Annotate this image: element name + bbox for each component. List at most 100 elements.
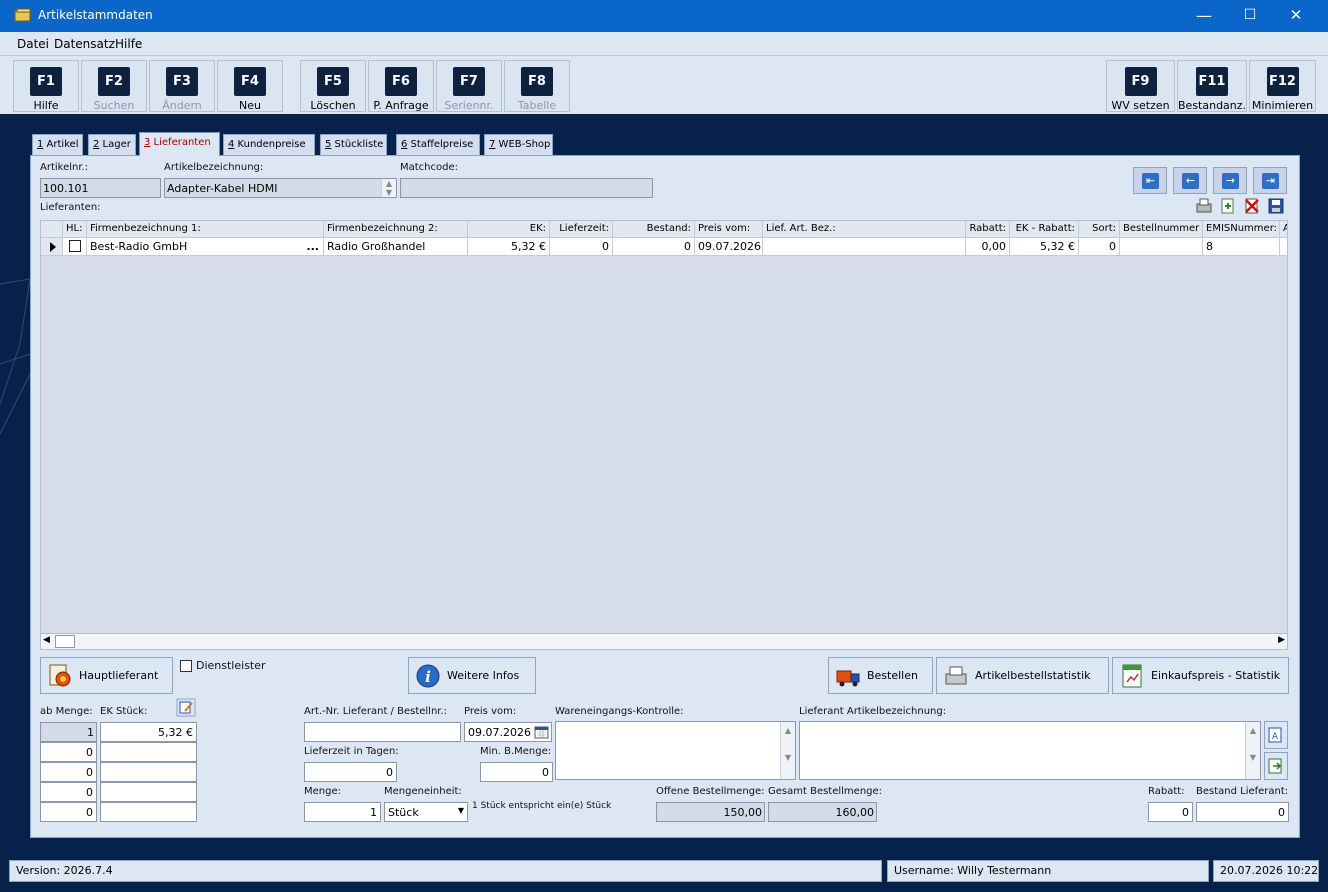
tab-lager[interactable]: 2 Lager xyxy=(88,134,136,155)
scroll-left-icon[interactable]: ◀ xyxy=(43,635,50,645)
scroll-right-icon[interactable]: ▶ xyxy=(1278,635,1285,645)
grid-horizontal-scrollbar[interactable]: ◀ ▶ xyxy=(40,633,1288,650)
next-record-button[interactable]: → xyxy=(1213,167,1247,194)
first-record-button[interactable]: ⇤ xyxy=(1133,167,1167,194)
bestand-lieferant-field[interactable]: 0 xyxy=(1196,802,1289,822)
mengeneinheit-select[interactable]: Stück ▼ xyxy=(384,802,468,822)
cell-bestand[interactable]: 0 xyxy=(613,238,695,256)
grid-header-hl[interactable]: HL: xyxy=(63,221,87,238)
tab-webshop[interactable]: 7 WEB-Shop xyxy=(484,134,553,155)
tab-lieferanten[interactable]: 3 Lieferanten xyxy=(139,132,220,156)
minimize-button[interactable]: — xyxy=(1181,0,1227,32)
save-icon[interactable] xyxy=(1267,197,1285,215)
previous-record-button[interactable]: ← xyxy=(1173,167,1207,194)
dienstleister-checkbox[interactable] xyxy=(180,660,192,672)
grid-header-preis-vom[interactable]: Preis vom: xyxy=(695,221,763,238)
close-button[interactable]: ✕ xyxy=(1273,0,1319,32)
cell-firma1[interactable]: Best-Radio GmbH... xyxy=(87,238,324,256)
cell-ek-rabatt[interactable]: 5,32 € xyxy=(1010,238,1079,256)
grid-header-bestellnummer[interactable]: Bestellnummer xyxy=(1120,221,1203,238)
cell-firma2[interactable]: Radio Großhandel xyxy=(324,238,468,256)
artikelbestellstatistik-button[interactable]: Artikelbestellstatistik xyxy=(936,657,1109,694)
staffel-ek-4[interactable] xyxy=(100,782,197,802)
staffel-ek-3[interactable] xyxy=(100,762,197,782)
matchcode-field[interactable] xyxy=(400,178,653,198)
wareneingang-textarea[interactable]: ▲ ▼ xyxy=(555,721,796,780)
tab-staffelpreise[interactable]: 6 Staffelpreise xyxy=(396,134,480,155)
hl-checkbox-cell[interactable] xyxy=(63,238,87,256)
staffel-ek-5[interactable] xyxy=(100,802,197,822)
artnr-lieferant-field[interactable] xyxy=(304,722,461,742)
menge-field[interactable]: 1 xyxy=(304,802,381,822)
staffel-menge-2[interactable]: 0 xyxy=(40,742,97,762)
f3-edit-button[interactable]: F3 Ändern xyxy=(149,60,215,112)
gesamt-bestellmenge-field[interactable]: 160,00 xyxy=(768,802,877,822)
staffel-menge-5[interactable]: 0 xyxy=(40,802,97,822)
cell-more[interactable] xyxy=(1280,238,1287,256)
tab-kundenpreise[interactable]: 4 Kundenpreise xyxy=(223,134,315,155)
min-bmenge-field[interactable]: 0 xyxy=(480,762,553,782)
staffel-menge-1[interactable]: 1 xyxy=(40,722,97,742)
grid-header-lieferzeit[interactable]: Lieferzeit: xyxy=(550,221,613,238)
f6-price-request-button[interactable]: F6 P. Anfrage xyxy=(368,60,434,112)
translate-button[interactable]: A xyxy=(1264,721,1288,749)
grid-header-sort[interactable]: Sort: xyxy=(1079,221,1120,238)
staffel-ek-2[interactable] xyxy=(100,742,197,762)
einkaufspreis-statistik-button[interactable]: Einkaufspreis - Statistik xyxy=(1112,657,1289,694)
bestellen-button[interactable]: Bestellen xyxy=(828,657,933,694)
print-icon[interactable] xyxy=(1195,197,1213,215)
preis-vom-field[interactable]: 09.07.2026 xyxy=(464,722,552,742)
grid-header-emisnummer[interactable]: EMISNummer: xyxy=(1203,221,1280,238)
row-indicator-icon[interactable] xyxy=(41,238,63,256)
rabatt-field[interactable]: 0 xyxy=(1148,802,1193,822)
tab-artikel[interactable]: 1 Artikel xyxy=(32,134,83,155)
cell-bestellnummer[interactable] xyxy=(1120,238,1203,256)
textarea-scroll-icon[interactable]: ▲ ▼ xyxy=(1245,722,1260,779)
cell-sort[interactable]: 0 xyxy=(1079,238,1120,256)
lief-artbez-textarea[interactable]: ▲ ▼ xyxy=(799,721,1261,780)
staffel-menge-4[interactable]: 0 xyxy=(40,782,97,802)
cell-rabatt[interactable]: 0,00 xyxy=(966,238,1010,256)
menu-datei[interactable]: Datei xyxy=(17,37,49,51)
grid-header-more[interactable]: A xyxy=(1280,221,1287,238)
f11-stock-button[interactable]: F11 Bestandanz. xyxy=(1177,60,1247,112)
grid-header-firma1[interactable]: Firmenbezeichnung 1: xyxy=(87,221,324,238)
f12-minimize-button[interactable]: F12 Minimieren xyxy=(1249,60,1316,112)
f4-new-button[interactable]: F4 Neu xyxy=(217,60,283,112)
cell-preis-vom[interactable]: 09.07.2026 xyxy=(695,238,763,256)
f1-help-button[interactable]: F1 Hilfe xyxy=(13,60,79,112)
chevron-down-icon[interactable]: ▼ xyxy=(458,806,464,815)
tab-stueckliste[interactable]: 5 Stückliste xyxy=(320,134,387,155)
f2-search-button[interactable]: F2 Suchen xyxy=(81,60,147,112)
cell-lieferzeit[interactable]: 0 xyxy=(550,238,613,256)
calendar-icon[interactable] xyxy=(534,725,549,739)
scrollbar-thumb[interactable] xyxy=(55,635,75,648)
cell-lief-art-bez[interactable] xyxy=(763,238,966,256)
grid-header-lief-art-bez[interactable]: Lief. Art. Bez.: xyxy=(763,221,966,238)
f7-serial-button[interactable]: F7 Seriennr. xyxy=(436,60,502,112)
offene-bestellmenge-field[interactable]: 150,00 xyxy=(656,802,765,822)
edit-prices-icon[interactable] xyxy=(176,698,196,717)
last-record-button[interactable]: ⇥ xyxy=(1253,167,1287,194)
weitere-infos-button[interactable]: i Weitere Infos xyxy=(408,657,536,694)
add-row-icon[interactable] xyxy=(1219,197,1237,215)
menu-hilfe[interactable]: Hilfe xyxy=(115,37,142,51)
grid-header-ek[interactable]: EK: xyxy=(468,221,550,238)
hl-checkbox[interactable] xyxy=(69,240,81,252)
grid-header-firma2[interactable]: Firmenbezeichnung 2: xyxy=(324,221,468,238)
staffel-menge-3[interactable]: 0 xyxy=(40,762,97,782)
artikelnr-field[interactable]: 100.101 xyxy=(40,178,161,198)
f8-table-button[interactable]: F8 Tabelle xyxy=(504,60,570,112)
grid-header-bestand[interactable]: Bestand: xyxy=(613,221,695,238)
f9-wv-button[interactable]: F9 WV setzen xyxy=(1106,60,1175,112)
staffel-ek-1[interactable]: 5,32 € xyxy=(100,722,197,742)
delete-row-icon[interactable] xyxy=(1243,197,1261,215)
artikelbezeichnung-field[interactable]: Adapter-Kabel HDMI ▲ ▼ xyxy=(164,178,397,198)
hauptlieferant-button[interactable]: Hauptlieferant xyxy=(40,657,173,694)
maximize-button[interactable]: ☐ xyxy=(1227,0,1273,32)
menu-datensatz[interactable]: Datensatz xyxy=(54,37,115,51)
lieferzeit-tage-field[interactable]: 0 xyxy=(304,762,397,782)
select-supplier-button[interactable]: ... xyxy=(306,238,319,255)
grid-header-rabatt[interactable]: Rabatt: xyxy=(966,221,1010,238)
cell-emisnummer[interactable]: 8 xyxy=(1203,238,1280,256)
